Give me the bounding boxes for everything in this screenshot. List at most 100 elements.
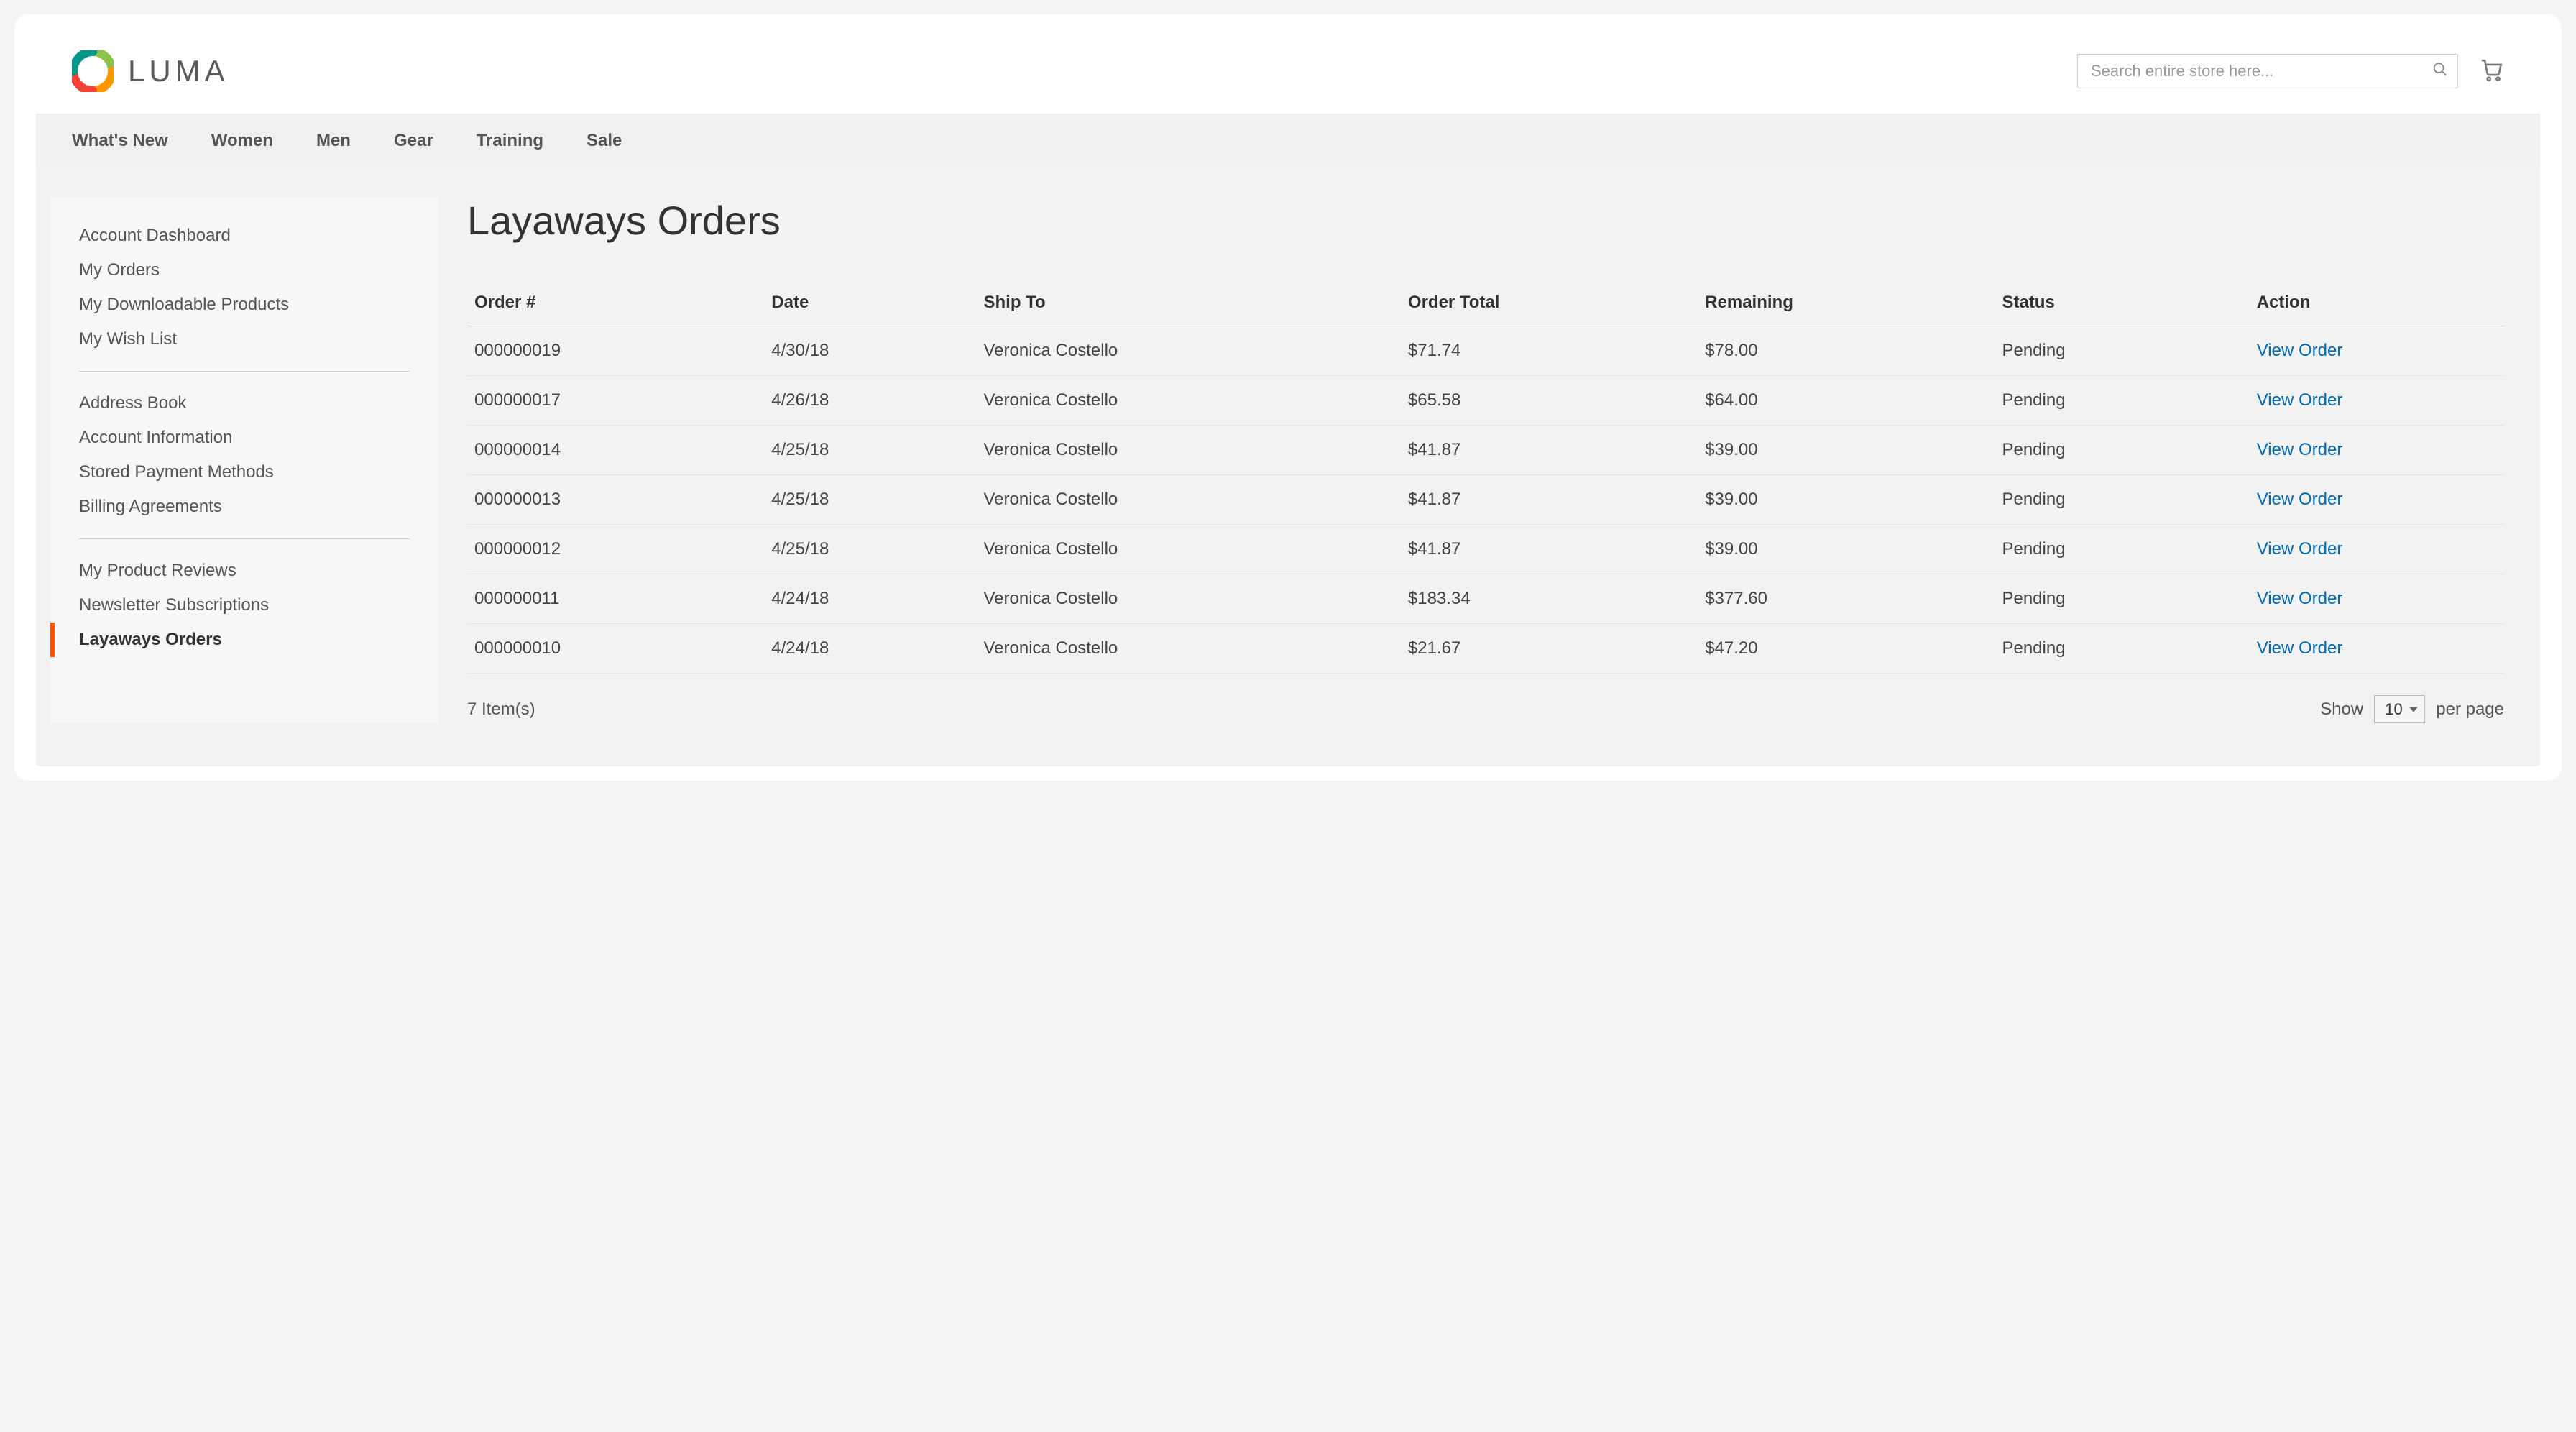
sidebar-item-my-product-reviews[interactable]: My Product Reviews	[50, 554, 438, 588]
cell-status: Pending	[1995, 525, 2249, 574]
cell-date: 4/25/18	[764, 426, 976, 475]
search-icon[interactable]	[2432, 62, 2448, 81]
cell-status: Pending	[1995, 574, 2249, 624]
cell-order-total: $21.67	[1401, 624, 1698, 674]
cell-order-total: $41.87	[1401, 475, 1698, 525]
cell-order-no: 000000011	[467, 574, 764, 624]
main-content: Layaways Orders Order # Date Ship To Ord…	[467, 197, 2504, 723]
table-header-order: Order #	[467, 280, 764, 326]
brand-logo[interactable]: LUMA	[72, 50, 229, 92]
item-count: 7 Item(s)	[467, 699, 535, 720]
nav-item-men[interactable]: Men	[316, 114, 351, 168]
cell-date: 4/25/18	[764, 475, 976, 525]
cell-remaining: $39.00	[1698, 525, 1995, 574]
table-header-date: Date	[764, 280, 976, 326]
cell-action: View Order	[2250, 376, 2504, 426]
cell-date: 4/25/18	[764, 525, 976, 574]
cell-status: Pending	[1995, 326, 2249, 376]
cell-order-total: $41.87	[1401, 525, 1698, 574]
nav-item-whats-new[interactable]: What's New	[72, 114, 168, 168]
table-row: 0000000104/24/18Veronica Costello$21.67$…	[467, 624, 2504, 674]
orders-table: Order # Date Ship To Order Total Remaini…	[467, 280, 2504, 674]
cell-status: Pending	[1995, 624, 2249, 674]
cell-order-total: $41.87	[1401, 426, 1698, 475]
cell-order-no: 000000017	[467, 376, 764, 426]
nav-item-women[interactable]: Women	[211, 114, 273, 168]
view-order-link[interactable]: View Order	[2257, 341, 2343, 360]
luma-logo-icon	[72, 50, 114, 92]
sidebar-item-newsletter-subscriptions[interactable]: Newsletter Subscriptions	[50, 588, 438, 623]
cell-status: Pending	[1995, 475, 2249, 525]
cell-order-total: $71.74	[1401, 326, 1698, 376]
cell-order-no: 000000014	[467, 426, 764, 475]
table-row: 0000000144/25/18Veronica Costello$41.87$…	[467, 426, 2504, 475]
cart-icon[interactable]	[2480, 58, 2504, 86]
main-nav: What's New Women Men Gear Training Sale	[36, 114, 2540, 168]
sidebar-item-account-information[interactable]: Account Information	[50, 421, 438, 455]
table-row: 0000000114/24/18Veronica Costello$183.34…	[467, 574, 2504, 624]
table-header-status: Status	[1995, 280, 2249, 326]
cell-action: View Order	[2250, 326, 2504, 376]
page-title: Layaways Orders	[467, 197, 2504, 244]
table-header-ship-to: Ship To	[976, 280, 1400, 326]
cell-ship-to: Veronica Costello	[976, 376, 1400, 426]
sidebar-item-my-downloadable-products[interactable]: My Downloadable Products	[50, 288, 438, 322]
pager: Show 10 per page	[2320, 695, 2504, 723]
cell-date: 4/24/18	[764, 624, 976, 674]
cell-date: 4/30/18	[764, 326, 976, 376]
sidebar-divider	[79, 538, 410, 539]
cell-ship-to: Veronica Costello	[976, 574, 1400, 624]
brand-name: LUMA	[128, 54, 229, 88]
account-sidebar: Account Dashboard My Orders My Downloada…	[50, 197, 438, 723]
view-order-link[interactable]: View Order	[2257, 440, 2343, 459]
cell-order-no: 000000010	[467, 624, 764, 674]
cell-status: Pending	[1995, 426, 2249, 475]
nav-item-training[interactable]: Training	[477, 114, 543, 168]
cell-remaining: $47.20	[1698, 624, 1995, 674]
sidebar-item-address-book[interactable]: Address Book	[50, 386, 438, 421]
view-order-link[interactable]: View Order	[2257, 539, 2343, 559]
cell-order-no: 000000019	[467, 326, 764, 376]
cell-order-total: $183.34	[1401, 574, 1698, 624]
cell-ship-to: Veronica Costello	[976, 624, 1400, 674]
cell-date: 4/26/18	[764, 376, 976, 426]
cell-ship-to: Veronica Costello	[976, 426, 1400, 475]
cell-action: View Order	[2250, 525, 2504, 574]
view-order-link[interactable]: View Order	[2257, 490, 2343, 509]
nav-item-gear[interactable]: Gear	[394, 114, 433, 168]
table-header-remaining: Remaining	[1698, 280, 1995, 326]
store-header: LUMA	[36, 29, 2540, 114]
cell-order-total: $65.58	[1401, 376, 1698, 426]
cell-action: View Order	[2250, 574, 2504, 624]
sidebar-item-layaways-orders[interactable]: Layaways Orders	[50, 623, 438, 657]
sidebar-divider	[79, 371, 410, 372]
page-size-select[interactable]: 10	[2374, 695, 2425, 723]
cell-action: View Order	[2250, 426, 2504, 475]
cell-remaining: $39.00	[1698, 475, 1995, 525]
view-order-link[interactable]: View Order	[2257, 390, 2343, 410]
view-order-link[interactable]: View Order	[2257, 589, 2343, 608]
table-row: 0000000194/30/18Veronica Costello$71.74$…	[467, 326, 2504, 376]
cell-status: Pending	[1995, 376, 2249, 426]
sidebar-item-account-dashboard[interactable]: Account Dashboard	[50, 219, 438, 253]
search-box	[2077, 54, 2458, 88]
cell-order-no: 000000012	[467, 525, 764, 574]
pager-per-page-label: per page	[2436, 699, 2504, 720]
cell-remaining: $377.60	[1698, 574, 1995, 624]
search-input[interactable]	[2077, 54, 2458, 88]
table-header-order-total: Order Total	[1401, 280, 1698, 326]
cell-ship-to: Veronica Costello	[976, 475, 1400, 525]
sidebar-item-my-wish-list[interactable]: My Wish List	[50, 322, 438, 357]
view-order-link[interactable]: View Order	[2257, 638, 2343, 658]
table-row: 0000000124/25/18Veronica Costello$41.87$…	[467, 525, 2504, 574]
table-row: 0000000134/25/18Veronica Costello$41.87$…	[467, 475, 2504, 525]
nav-item-sale[interactable]: Sale	[586, 114, 622, 168]
cell-remaining: $39.00	[1698, 426, 1995, 475]
sidebar-item-stored-payment-methods[interactable]: Stored Payment Methods	[50, 455, 438, 490]
cell-remaining: $64.00	[1698, 376, 1995, 426]
cell-ship-to: Veronica Costello	[976, 525, 1400, 574]
sidebar-item-my-orders[interactable]: My Orders	[50, 253, 438, 288]
sidebar-item-billing-agreements[interactable]: Billing Agreements	[50, 490, 438, 524]
table-header-action: Action	[2250, 280, 2504, 326]
cell-action: View Order	[2250, 624, 2504, 674]
